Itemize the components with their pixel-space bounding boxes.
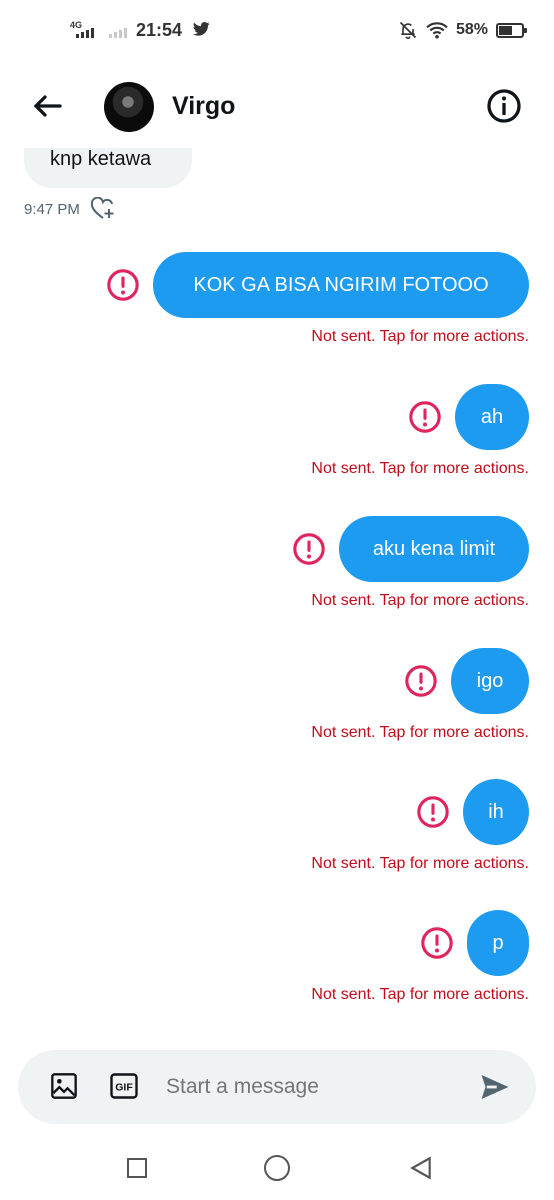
outgoing-message-bubble[interactable]: ih — [463, 779, 529, 845]
send-icon[interactable] — [478, 1070, 512, 1104]
info-icon[interactable] — [486, 88, 522, 124]
back-arrow-icon[interactable] — [30, 88, 66, 124]
outgoing-message-text: KOK GA BISA NGIRIM FOTOOO — [193, 273, 489, 296]
incoming-message-meta: 9:47 PM — [24, 197, 116, 221]
outgoing-message-bubble[interactable]: igo — [451, 648, 529, 714]
conversation-header: Virgo — [0, 64, 554, 148]
outgoing-message-bubble[interactable]: ah — [455, 384, 529, 450]
signal-2-icon — [109, 28, 127, 38]
system-nav-bar — [0, 1140, 554, 1200]
error-icon[interactable] — [292, 532, 326, 566]
not-sent-message[interactable]: Not sent. Tap for more actions. — [311, 986, 529, 1004]
recents-button[interactable] — [127, 1158, 147, 1178]
error-icon[interactable] — [416, 795, 450, 829]
outgoing-message-text: aku kena limit — [372, 537, 496, 560]
signal-icon — [76, 28, 94, 38]
image-icon[interactable] — [50, 1072, 78, 1100]
home-button[interactable] — [264, 1155, 290, 1181]
gif-icon[interactable]: GIF — [110, 1073, 138, 1099]
outgoing-message-bubble[interactable]: p — [467, 910, 529, 976]
message-input[interactable] — [164, 1074, 468, 1100]
not-sent-message[interactable]: Not sent. Tap for more actions. — [311, 460, 529, 478]
back-triangle-icon[interactable] — [408, 1155, 434, 1181]
outgoing-message-text: ah — [480, 405, 504, 428]
outgoing-message-bubble[interactable]: KOK GA BISA NGIRIM FOTOOO — [153, 252, 529, 318]
twitter-icon — [193, 22, 210, 36]
message-composer: GIF — [18, 1050, 536, 1124]
gif-label: GIF — [115, 1082, 133, 1094]
outgoing-message-text: p — [492, 931, 504, 954]
avatar[interactable] — [104, 82, 154, 132]
error-icon[interactable] — [404, 664, 438, 698]
not-sent-message[interactable]: Not sent. Tap for more actions. — [311, 724, 529, 742]
wifi-icon — [426, 22, 448, 39]
status-bar: 4G 21:54 58% — [0, 0, 554, 64]
error-icon[interactable] — [408, 400, 442, 434]
outgoing-message-bubble[interactable]: aku kena limit — [339, 516, 529, 582]
clock: 21:54 — [136, 20, 183, 40]
not-sent-message[interactable]: Not sent. Tap for more actions. — [311, 328, 529, 346]
not-sent-message[interactable]: Not sent. Tap for more actions. — [311, 592, 529, 610]
message-timestamp: 9:47 PM — [24, 200, 80, 218]
error-icon[interactable] — [420, 926, 454, 960]
battery-percent: 58% — [455, 21, 488, 38]
not-sent-message[interactable]: Not sent. Tap for more actions. — [311, 855, 529, 873]
heart-plus-icon[interactable] — [90, 197, 116, 221]
incoming-message-text: knp ketawa — [50, 148, 152, 170]
outgoing-message-text: igo — [476, 669, 504, 692]
mute-bell-icon — [399, 21, 417, 40]
contact-name[interactable]: Virgo — [172, 92, 235, 121]
battery-icon — [496, 22, 527, 38]
error-icon[interactable] — [106, 268, 140, 302]
outgoing-message-text: ih — [488, 800, 504, 823]
